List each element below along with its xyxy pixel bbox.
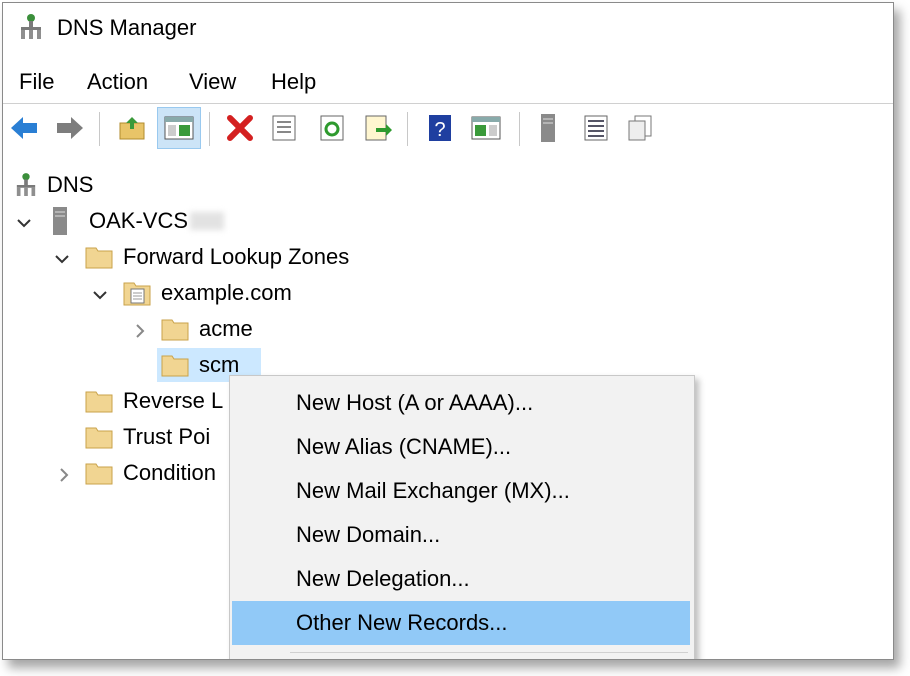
- zone-file-icon: [123, 282, 151, 306]
- up-one-level-button[interactable]: [117, 113, 147, 143]
- chevron-down-icon[interactable]: [93, 288, 107, 302]
- tree-label-dns: DNS: [47, 172, 94, 197]
- tree-node-trust-points[interactable]: Trust Poi: [85, 420, 210, 454]
- dns-manager-window: DNS Manager File Action View Help ? DNS …: [2, 2, 894, 660]
- back-button[interactable]: [9, 113, 39, 143]
- tree-node-reverse-lookup-zones[interactable]: Reverse L: [85, 384, 223, 418]
- show-hide-action-pane-icon: [471, 116, 501, 140]
- folder-icon: [85, 391, 113, 413]
- toolbar: ?: [3, 103, 893, 155]
- refresh-icon: [320, 115, 344, 141]
- tree-label-trust-points: Trust Poi: [123, 424, 211, 449]
- menu-item-label: New Domain...: [296, 522, 441, 547]
- list-icon: [584, 115, 608, 141]
- window-title: DNS Manager: [57, 15, 197, 40]
- menu-item-other-new-records[interactable]: Other New Records...: [232, 601, 690, 645]
- delete-icon: [227, 115, 253, 141]
- menu-item-new-domain[interactable]: New Domain...: [232, 513, 690, 557]
- menu-view[interactable]: View: [189, 69, 236, 95]
- tree-node-dns[interactable]: DNS: [15, 168, 93, 202]
- menu-item-label: Other New Records...: [296, 610, 508, 635]
- title-bar: DNS Manager: [3, 3, 893, 53]
- menu-item-new-delegation[interactable]: New Delegation...: [232, 557, 690, 601]
- menu-item-new-alias[interactable]: New Alias (CNAME)...: [232, 425, 690, 469]
- help-button[interactable]: ?: [425, 113, 455, 143]
- redacted-text-blur: [190, 212, 225, 230]
- refresh-button[interactable]: [317, 113, 347, 143]
- list-view-button[interactable]: [581, 113, 611, 143]
- folder-icon: [161, 319, 189, 341]
- tree-node-conditional-forwarders[interactable]: Condition: [85, 456, 216, 490]
- help-icon: ?: [429, 115, 451, 141]
- copy-button[interactable]: [625, 113, 655, 143]
- folder-icon: [161, 355, 189, 377]
- menu-item-new-host[interactable]: New Host (A or AAAA)...: [232, 381, 690, 425]
- tree-node-server[interactable]: OAK-VCS: [51, 204, 225, 238]
- forward-icon: [57, 117, 83, 139]
- export-list-button[interactable]: [363, 113, 393, 143]
- server-button[interactable]: [533, 113, 563, 143]
- menu-bar: File Action View Help: [3, 59, 893, 99]
- menu-file[interactable]: File: [19, 69, 54, 95]
- copy-icon: [628, 115, 652, 141]
- context-menu: New Host (A or AAAA)... New Alias (CNAME…: [229, 375, 695, 659]
- folder-icon: [85, 463, 113, 485]
- tree-label-forward-lookup-zones: Forward Lookup Zones: [123, 244, 350, 269]
- dns-app-icon: [21, 14, 41, 39]
- export-list-icon: [365, 115, 392, 141]
- properties-icon: [272, 115, 296, 141]
- menu-item-new-mail-exchanger[interactable]: New Mail Exchanger (MX)...: [232, 469, 690, 513]
- server-icon: [53, 207, 67, 235]
- tree-node-acme[interactable]: acme: [161, 312, 253, 346]
- menu-help[interactable]: Help: [271, 69, 316, 95]
- show-hide-tree-icon: [164, 116, 194, 140]
- properties-button[interactable]: [269, 113, 299, 143]
- show-hide-action-pane-button[interactable]: [471, 113, 501, 143]
- forward-button[interactable]: [55, 113, 85, 143]
- chevron-right-icon[interactable]: [133, 324, 147, 338]
- tree-label-conditional-forwarders: Condition: [123, 460, 216, 485]
- tree-node-example-com[interactable]: example.com: [123, 276, 292, 310]
- tree-node-forward-lookup-zones[interactable]: Forward Lookup Zones: [85, 240, 349, 274]
- up-folder-icon: [119, 117, 145, 140]
- chevron-right-icon[interactable]: [57, 468, 71, 482]
- menu-separator: [290, 652, 688, 653]
- menu-item-label: New Alias (CNAME)...: [296, 434, 512, 459]
- menu-item-label: New Mail Exchanger (MX)...: [296, 478, 570, 503]
- folder-icon: [85, 247, 113, 269]
- delete-button[interactable]: [225, 113, 255, 143]
- menu-action[interactable]: Action: [87, 69, 148, 95]
- svg-text:?: ?: [434, 119, 445, 141]
- tree-label-reverse-lookup-zones: Reverse L: [123, 388, 224, 413]
- menu-item-label: New Delegation...: [296, 566, 470, 591]
- chevron-down-icon[interactable]: [17, 216, 31, 230]
- tree-label-example-com: example.com: [161, 280, 292, 305]
- show-hide-console-tree-button[interactable]: [157, 107, 201, 149]
- tree-label-acme: acme: [199, 316, 253, 341]
- dns-icon: [16, 173, 36, 196]
- tree-label-server: OAK-VCS: [89, 208, 189, 233]
- folder-icon: [85, 427, 113, 449]
- server-icon: [541, 114, 555, 142]
- back-icon: [11, 117, 37, 139]
- chevron-down-icon[interactable]: [55, 252, 69, 266]
- menu-item-label: New Host (A or AAAA)...: [296, 390, 534, 415]
